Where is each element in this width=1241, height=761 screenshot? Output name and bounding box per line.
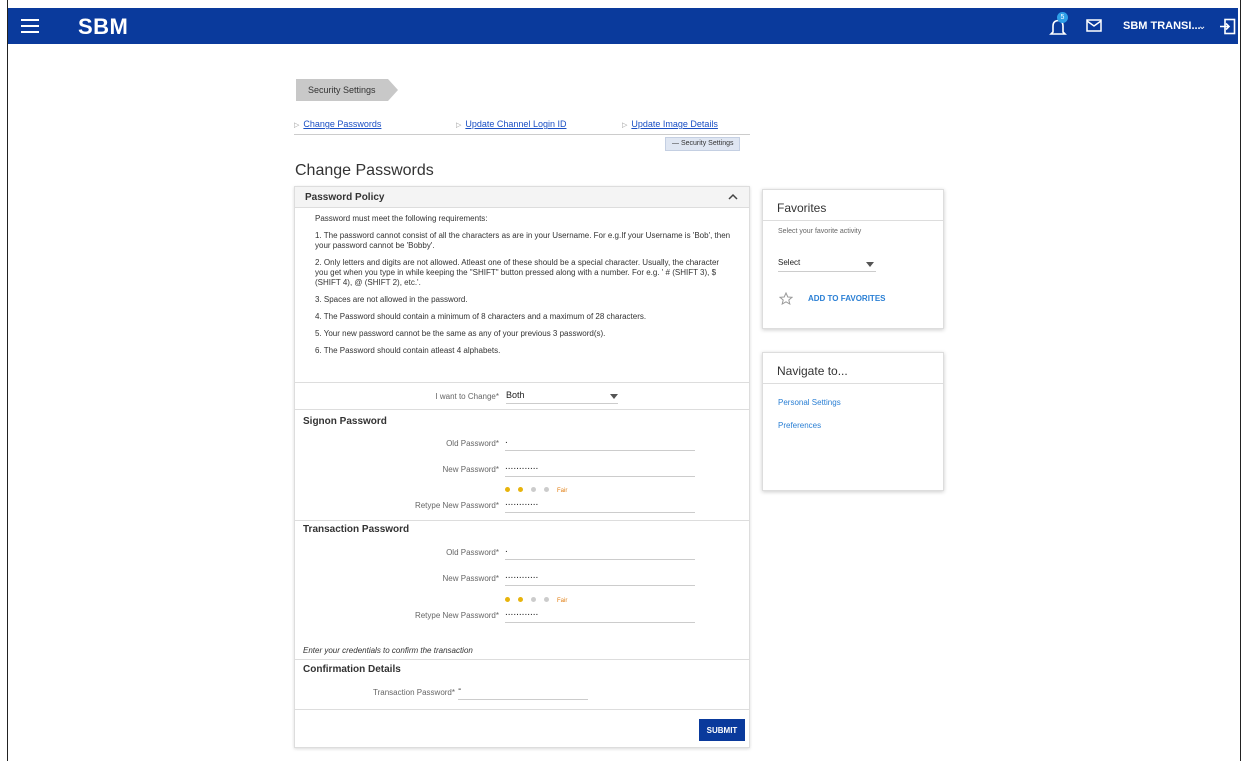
strength-dot: [505, 597, 510, 602]
policy-rule: 5. Your new password cannot be the same …: [315, 329, 606, 338]
star-icon[interactable]: [779, 292, 793, 305]
strength-dot: [505, 487, 510, 492]
link-update-channel-login-id[interactable]: ▷ Update Channel Login ID: [456, 119, 566, 129]
menu-icon[interactable]: [21, 19, 39, 33]
divider: [295, 709, 749, 710]
signon-new-label: New Password*: [442, 465, 499, 474]
triangle-icon: ▷: [622, 122, 628, 129]
transaction-new-password-input[interactable]: ............: [505, 571, 695, 586]
divider: [295, 659, 749, 660]
transaction-title: Transaction Password: [303, 524, 410, 535]
policy-text: Password must meet the following require…: [295, 208, 749, 383]
logo: SBM: [78, 14, 129, 39]
chevron-down-icon[interactable]: ⌄: [1198, 21, 1206, 32]
breadcrumb: Security Settings: [296, 79, 398, 101]
nav-link-preferences[interactable]: Preferences: [778, 421, 821, 430]
transaction-old-label: Old Password*: [446, 548, 499, 557]
confirm-note: Enter your credentials to confirm the tr…: [303, 646, 473, 655]
transaction-old-password-input[interactable]: .: [505, 545, 695, 560]
transaction-new-label: New Password*: [442, 574, 499, 583]
favorites-title: Favorites: [763, 190, 943, 221]
user-menu[interactable]: SBM TRANSI...: [1123, 20, 1201, 32]
strength-dot: [531, 597, 536, 602]
top-bar: SBM 5 SBM TRANSI... ⌄: [8, 8, 1238, 44]
link-change-passwords[interactable]: ▷ Change Passwords: [294, 119, 381, 129]
link-label: Change Passwords: [303, 119, 382, 129]
favorites-select[interactable]: Select: [778, 258, 876, 272]
signon-new-password-input[interactable]: ............: [505, 462, 695, 477]
submit-button[interactable]: SUBMIT: [699, 719, 745, 741]
signon-old-label: Old Password*: [446, 439, 499, 448]
favorites-select-value: Select: [778, 258, 801, 267]
favorites-hint: Select your favorite activity: [778, 228, 862, 235]
caret-down-icon: [866, 262, 874, 267]
security-settings-tag[interactable]: — Security Settings: [665, 137, 741, 151]
confirmation-label: Transaction Password*: [373, 688, 455, 697]
link-label: Update Image Details: [631, 119, 718, 129]
policy-rule: 1. The password cannot consist of all th…: [315, 231, 731, 250]
change-type-value: Both: [506, 390, 525, 400]
change-type-label: I want to Change*: [435, 392, 499, 401]
strength-dot: [518, 597, 523, 602]
policy-header[interactable]: Password Policy: [295, 187, 749, 208]
policy-rule: 6. The Password should contain atleast 4…: [315, 346, 501, 355]
strength-dot: [544, 487, 549, 492]
signon-retype-password-input[interactable]: ............: [505, 498, 695, 513]
triangle-icon: ▷: [294, 122, 300, 129]
transaction-strength-meter: Fair: [505, 597, 567, 604]
breadcrumb-item[interactable]: Security Settings: [296, 79, 398, 101]
page-title: Change Passwords: [295, 162, 434, 179]
navigate-title: Navigate to...: [763, 353, 943, 384]
strength-label: Fair: [557, 598, 568, 604]
signon-old-password-input[interactable]: .: [505, 436, 695, 451]
mail-icon[interactable]: [1086, 19, 1102, 32]
change-type-select[interactable]: Both: [506, 390, 618, 404]
link-label: Update Channel Login ID: [465, 119, 567, 129]
policy-rule: 3. Spaces are not allowed in the passwor…: [315, 295, 468, 304]
nav-link-personal-settings[interactable]: Personal Settings: [778, 398, 841, 407]
strength-dot: [518, 487, 523, 492]
add-to-favorites-button[interactable]: ADD TO FAVORITES: [808, 294, 886, 303]
policy-intro: Password must meet the following require…: [315, 214, 488, 223]
triangle-icon: ▷: [456, 122, 462, 129]
strength-dot: [531, 487, 536, 492]
strength-dot: [544, 597, 549, 602]
signon-title: Signon Password: [303, 416, 387, 427]
signon-retype-label: Retype New Password*: [414, 501, 499, 510]
chevron-up-icon[interactable]: [727, 191, 739, 203]
change-password-panel: Password Policy Password must meet the f…: [294, 186, 750, 748]
divider: [295, 520, 749, 521]
logout-icon[interactable]: [1219, 18, 1236, 35]
transaction-retype-password-input[interactable]: ............: [505, 608, 695, 623]
tag-label: Security Settings: [680, 140, 734, 147]
security-sublinks: ▷ Change Passwords ▷ Update Channel Login …: [294, 119, 750, 135]
link-update-image-details[interactable]: ▷ Update Image Details: [622, 119, 718, 129]
confirmation-title: Confirmation Details: [303, 664, 401, 675]
favorites-card: Favorites Select your favorite activity …: [762, 189, 944, 329]
policy-rule: 4. The Password should contain a minimum…: [315, 312, 647, 321]
change-type-row: I want to Change* Both: [295, 384, 749, 410]
caret-down-icon: [610, 394, 618, 399]
notification-badge: 5: [1057, 12, 1068, 23]
signon-strength-meter: Fair: [505, 487, 567, 494]
policy-rule: 2. Only letters and digits are not allow…: [315, 258, 720, 287]
transaction-retype-label: Retype New Password*: [414, 611, 499, 620]
navigate-card: Navigate to... Personal Settings Prefere…: [762, 352, 944, 491]
strength-label: Fair: [557, 488, 568, 494]
policy-title: Password Policy: [305, 192, 385, 203]
transaction-password-input[interactable]: -: [458, 685, 588, 700]
